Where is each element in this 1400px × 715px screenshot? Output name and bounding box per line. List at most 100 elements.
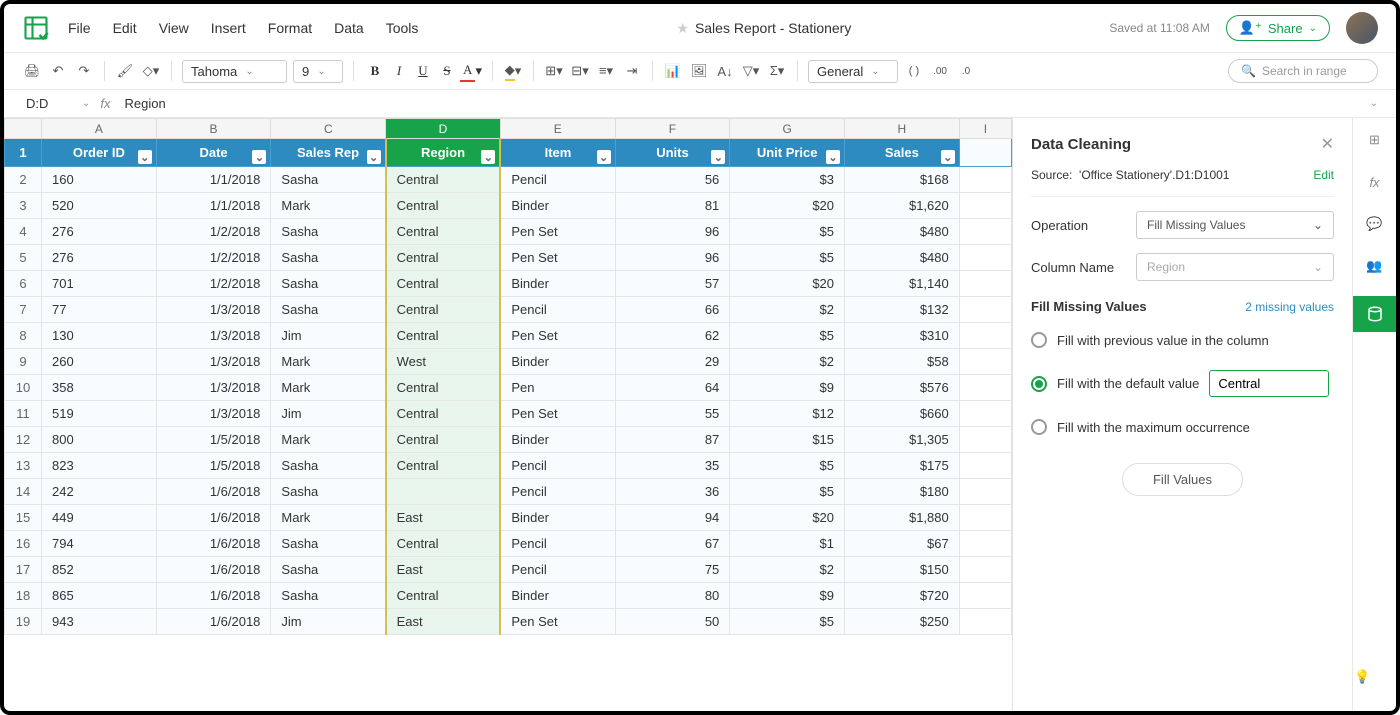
column-header-C[interactable]: C xyxy=(271,119,386,139)
cell[interactable]: Binder xyxy=(500,505,615,531)
cell[interactable]: Central xyxy=(386,583,501,609)
cell[interactable]: 1/6/2018 xyxy=(156,557,271,583)
font-family-select[interactable]: Tahoma⌄ xyxy=(182,60,287,83)
cell[interactable]: 94 xyxy=(615,505,730,531)
cell[interactable]: 701 xyxy=(41,271,156,297)
cell[interactable]: Pencil xyxy=(500,531,615,557)
cell[interactable]: 1/1/2018 xyxy=(156,167,271,193)
cell[interactable]: 66 xyxy=(615,297,730,323)
cell[interactable] xyxy=(386,479,501,505)
filter-icon[interactable]: ▽▾ xyxy=(741,61,761,81)
cell[interactable]: 160 xyxy=(41,167,156,193)
menu-data[interactable]: Data xyxy=(334,20,364,36)
cell[interactable]: Pencil xyxy=(500,557,615,583)
cell[interactable]: Pencil xyxy=(500,167,615,193)
close-icon[interactable]: ✕ xyxy=(1321,134,1334,154)
cell[interactable]: Central xyxy=(386,323,501,349)
fill-option-max[interactable]: Fill with the maximum occurrence xyxy=(1031,415,1334,439)
cell[interactable]: Binder xyxy=(500,583,615,609)
cell[interactable]: Central xyxy=(386,453,501,479)
cell[interactable]: $15 xyxy=(730,427,845,453)
cell[interactable]: 519 xyxy=(41,401,156,427)
cell[interactable]: $1,880 xyxy=(845,505,960,531)
cell[interactable]: $1,620 xyxy=(845,193,960,219)
cell[interactable]: $20 xyxy=(730,505,845,531)
cell[interactable]: 943 xyxy=(41,609,156,635)
share-button[interactable]: 👤⁺ Share ⌄ xyxy=(1226,15,1330,41)
cell[interactable]: 242 xyxy=(41,479,156,505)
cell[interactable]: Binder xyxy=(500,349,615,375)
fx-tool-icon[interactable]: fx xyxy=(1363,170,1387,194)
sort-icon[interactable]: A↓ xyxy=(715,61,735,81)
cell[interactable]: Mark xyxy=(271,349,386,375)
align-button[interactable]: ≡▾ xyxy=(596,61,616,81)
cell[interactable]: Sasha xyxy=(271,531,386,557)
cell[interactable]: Central xyxy=(386,375,501,401)
cell[interactable]: Central xyxy=(386,245,501,271)
cell[interactable]: Sasha xyxy=(271,167,386,193)
cell[interactable]: $20 xyxy=(730,271,845,297)
cell[interactable]: Pen xyxy=(500,375,615,401)
cell[interactable]: $1,140 xyxy=(845,271,960,297)
chart-icon[interactable]: 📊 xyxy=(663,61,683,81)
cell[interactable]: Sasha xyxy=(271,271,386,297)
comment-tool-icon[interactable]: 💬 xyxy=(1363,212,1387,236)
table-header[interactable]: Date xyxy=(156,139,271,167)
cell[interactable]: Pen Set xyxy=(500,323,615,349)
cell[interactable]: Mark xyxy=(271,375,386,401)
fill-option-previous[interactable]: Fill with previous value in the column xyxy=(1031,328,1334,352)
column-header-B[interactable]: B xyxy=(156,119,271,139)
cell[interactable]: 449 xyxy=(41,505,156,531)
cell[interactable]: $5 xyxy=(730,609,845,635)
cell[interactable]: 260 xyxy=(41,349,156,375)
cell[interactable]: 77 xyxy=(41,297,156,323)
cell[interactable]: $67 xyxy=(845,531,960,557)
cell[interactable]: 1/3/2018 xyxy=(156,297,271,323)
clear-format-icon[interactable]: ◇▾ xyxy=(141,61,161,81)
underline-button[interactable]: U xyxy=(412,60,434,82)
cell[interactable]: Binder xyxy=(500,271,615,297)
cell[interactable]: 67 xyxy=(615,531,730,557)
column-select[interactable]: Region⌄ xyxy=(1136,253,1334,281)
cell[interactable]: 1/3/2018 xyxy=(156,323,271,349)
decimal-dec-icon[interactable]: .00 xyxy=(930,61,950,81)
cell[interactable]: $150 xyxy=(845,557,960,583)
cell[interactable]: $1 xyxy=(730,531,845,557)
cell[interactable]: Pen Set xyxy=(500,401,615,427)
cell[interactable]: 64 xyxy=(615,375,730,401)
cell[interactable]: $9 xyxy=(730,375,845,401)
cell[interactable]: Sasha xyxy=(271,297,386,323)
cell-reference[interactable]: D:D xyxy=(22,94,72,113)
cell[interactable]: $720 xyxy=(845,583,960,609)
cell[interactable]: 276 xyxy=(41,219,156,245)
help-bulb-icon[interactable]: 💡 xyxy=(1354,669,1382,697)
cell[interactable]: $1,305 xyxy=(845,427,960,453)
cell[interactable]: 75 xyxy=(615,557,730,583)
menu-view[interactable]: View xyxy=(159,20,189,36)
cell[interactable]: $132 xyxy=(845,297,960,323)
cell[interactable]: 794 xyxy=(41,531,156,557)
cell[interactable]: 130 xyxy=(41,323,156,349)
cell[interactable]: Central xyxy=(386,193,501,219)
parentheses-icon[interactable]: ( ) xyxy=(904,61,924,81)
cell[interactable]: $2 xyxy=(730,557,845,583)
formula-input[interactable]: Region xyxy=(121,94,1360,113)
cell[interactable]: $310 xyxy=(845,323,960,349)
table-header[interactable]: Sales xyxy=(845,139,960,167)
table-header[interactable]: Order ID xyxy=(41,139,156,167)
borders-button[interactable]: ⊞▾ xyxy=(544,61,564,81)
cell[interactable]: Mark xyxy=(271,193,386,219)
cell[interactable]: Central xyxy=(386,531,501,557)
cell[interactable]: 520 xyxy=(41,193,156,219)
cell[interactable]: 1/2/2018 xyxy=(156,271,271,297)
cell[interactable]: Central xyxy=(386,401,501,427)
cell[interactable]: 800 xyxy=(41,427,156,453)
cell[interactable]: East xyxy=(386,505,501,531)
cell[interactable]: Jim xyxy=(271,609,386,635)
cell[interactable]: 57 xyxy=(615,271,730,297)
cell[interactable]: $9 xyxy=(730,583,845,609)
cell[interactable]: 276 xyxy=(41,245,156,271)
cell[interactable]: 81 xyxy=(615,193,730,219)
cell[interactable]: 1/2/2018 xyxy=(156,219,271,245)
cell[interactable]: East xyxy=(386,557,501,583)
